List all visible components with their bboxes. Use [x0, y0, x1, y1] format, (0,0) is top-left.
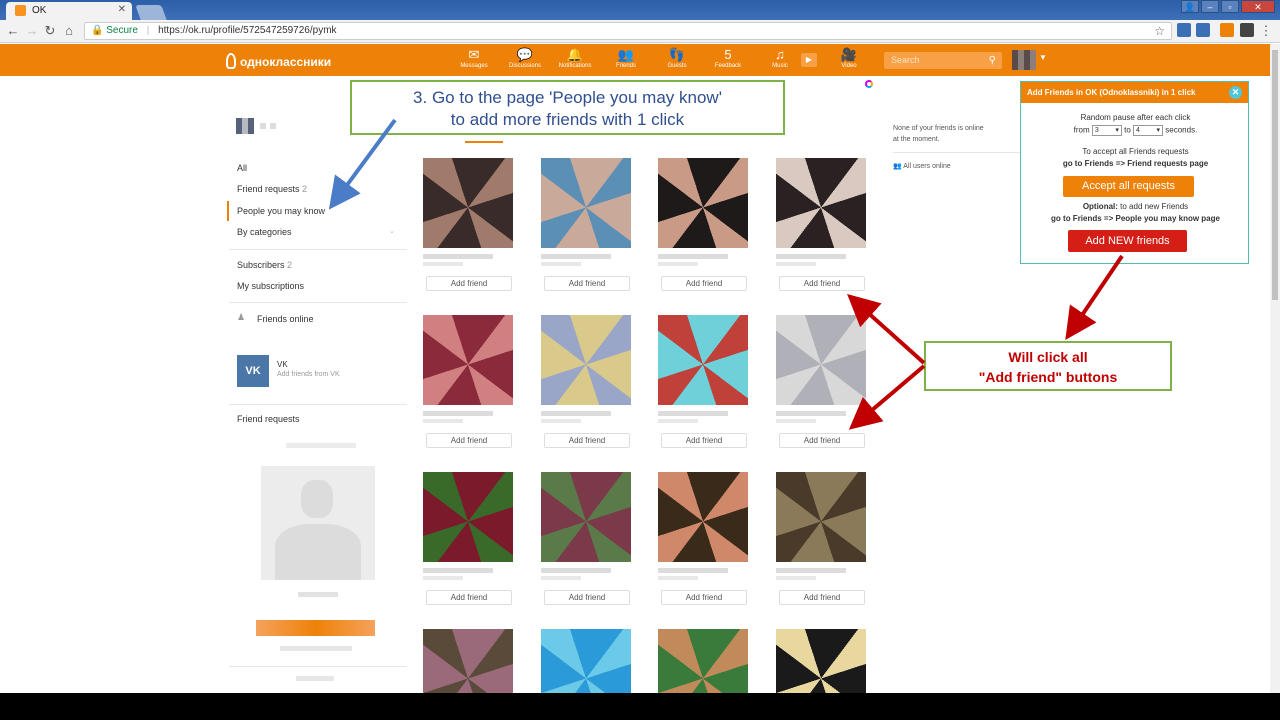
- red-arrow-upper: [847, 293, 926, 365]
- blue-arrow: [328, 118, 397, 210]
- red-arrow-lower: [848, 364, 926, 430]
- os-taskbar: [0, 693, 1280, 720]
- red-arrow-popup: [1065, 254, 1124, 340]
- annotation-arrows: [328, 118, 1124, 430]
